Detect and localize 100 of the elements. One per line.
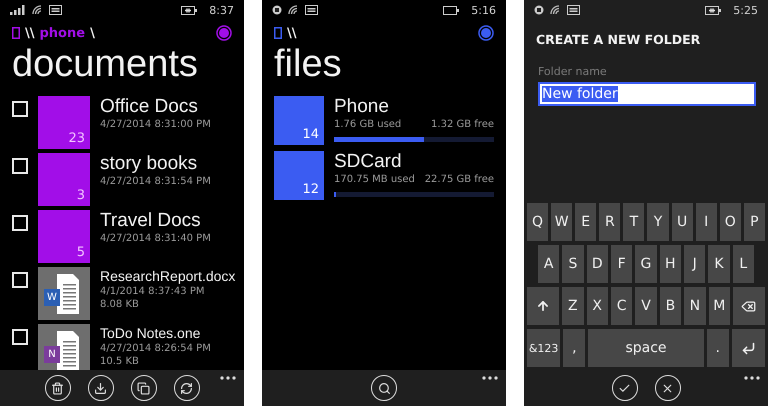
dialog-title: CREATE A NEW FOLDER: [535, 31, 702, 47]
keyboard-key[interactable]: S: [562, 245, 584, 283]
phone-icon: [274, 27, 282, 39]
keyboard-key[interactable]: X: [586, 287, 608, 325]
search-icon: [378, 382, 390, 394]
keyboard-key[interactable]: O: [720, 203, 741, 241]
keyboard-key[interactable]: I: [696, 203, 717, 241]
item-name: Office Docs: [100, 96, 199, 118]
drive-tile[interactable]: 12: [274, 151, 324, 200]
checkmark-icon: [618, 382, 631, 394]
enter-icon: [740, 340, 756, 356]
accept-button[interactable]: [612, 375, 638, 401]
item-checkbox[interactable]: [12, 329, 28, 345]
app-badge: W: [44, 289, 60, 306]
item-count: 23: [68, 131, 85, 146]
item-checkbox[interactable]: [12, 272, 28, 288]
keyboard-key[interactable]: G: [635, 245, 657, 283]
clock-time: 8:37: [209, 4, 234, 16]
keyboard-key[interactable]: A: [538, 245, 560, 283]
signal-icon: [10, 5, 26, 15]
wifi-icon: [32, 5, 43, 15]
wifi-icon: [550, 5, 561, 15]
item-date: 4/27/2014 8:26:54 PM: [100, 342, 211, 355]
sync-status-icon: [216, 25, 232, 41]
keyboard-key[interactable]: C: [610, 287, 632, 325]
keyboard-key[interactable]: .: [706, 329, 729, 367]
keyboard-key[interactable]: U: [672, 203, 693, 241]
folder-tile[interactable]: 3: [38, 153, 90, 206]
sync-icon: [180, 382, 193, 394]
sync-button[interactable]: [174, 375, 200, 401]
file-size: 10.5 KB: [100, 355, 140, 368]
folder-name-field[interactable]: New folder: [538, 82, 756, 106]
sim-icon: [272, 5, 282, 15]
keyboard-key[interactable]: E: [575, 203, 596, 241]
keyboard-key[interactable]: K: [708, 245, 730, 283]
keyboard-key[interactable]: R: [599, 203, 620, 241]
item-checkbox[interactable]: [12, 101, 28, 117]
free-space: 1.32 GB free: [431, 118, 494, 131]
item-date: 4/1/2014 8:37:43 PM: [100, 285, 206, 298]
folder-tile[interactable]: 23: [38, 96, 90, 149]
keyboard-key[interactable]: Q: [527, 203, 548, 241]
breadcrumb-root[interactable]: \\: [25, 26, 34, 40]
file-thumbnail[interactable]: N: [38, 324, 90, 370]
keyboard-key[interactable]: P: [744, 203, 765, 241]
download-button[interactable]: [88, 375, 114, 401]
used-space: 170.75 MB used: [334, 173, 415, 186]
used-space: 1.76 GB used: [334, 118, 402, 131]
keyboard-key[interactable]: F: [610, 245, 632, 283]
close-icon: [661, 382, 674, 394]
item-checkbox[interactable]: [12, 215, 28, 231]
app-badge: N: [44, 346, 60, 363]
cancel-button[interactable]: [654, 375, 680, 401]
keyboard-key[interactable]: B: [660, 287, 682, 325]
space-key[interactable]: space: [588, 329, 704, 367]
drive-name: Phone: [334, 96, 390, 118]
wifi-icon: [288, 5, 299, 15]
message-icon: [49, 5, 62, 15]
breadcrumb-separator: \: [90, 26, 95, 40]
keyboard-key[interactable]: Y: [647, 203, 669, 241]
delete-button[interactable]: [44, 375, 70, 401]
phone-icon: [12, 27, 20, 39]
keyboard-key[interactable]: J: [684, 245, 706, 283]
breadcrumb-folder[interactable]: phone: [40, 26, 86, 40]
backspace-key[interactable]: [732, 287, 766, 325]
keyboard-key[interactable]: V: [635, 287, 657, 325]
keyboard-key[interactable]: ,: [563, 329, 586, 367]
item-name: story books: [100, 153, 198, 175]
item-date: 4/27/2014 8:31:00 PM: [100, 118, 211, 131]
keyboard-key[interactable]: Z: [562, 287, 584, 325]
arrow-up-icon: [536, 299, 550, 313]
breadcrumb-root[interactable]: \\: [287, 26, 296, 40]
item-count: 12: [302, 182, 319, 197]
keyboard-key[interactable]: H: [660, 245, 681, 283]
more-icon[interactable]: [220, 376, 236, 380]
item-checkbox[interactable]: [12, 158, 28, 174]
item-date: 4/27/2014 8:31:40 PM: [100, 232, 211, 245]
backspace-icon: [741, 298, 756, 314]
keyboard-key[interactable]: T: [623, 203, 644, 241]
file-thumbnail[interactable]: W: [38, 267, 90, 320]
item-count: 14: [302, 127, 319, 142]
search-button[interactable]: [371, 375, 397, 401]
free-space: 22.75 GB free: [424, 173, 494, 186]
keyboard-key[interactable]: D: [586, 245, 608, 283]
symbols-key[interactable]: &123: [527, 329, 560, 367]
keyboard-key[interactable]: L: [732, 245, 754, 283]
field-label: Folder name: [537, 64, 608, 80]
folder-tile[interactable]: 5: [38, 210, 90, 263]
sync-status-icon: [478, 25, 494, 41]
copy-button[interactable]: [130, 375, 156, 401]
sim-icon: [534, 5, 544, 15]
more-icon[interactable]: [482, 376, 498, 380]
keyboard-key[interactable]: M: [708, 287, 730, 325]
keyboard-key[interactable]: W: [551, 203, 572, 241]
page-title: documents: [12, 42, 199, 86]
drive-tile[interactable]: 14: [274, 96, 324, 145]
enter-key[interactable]: [732, 329, 765, 367]
message-icon: [567, 5, 580, 15]
keyboard-key[interactable]: N: [684, 287, 706, 325]
shift-key[interactable]: [527, 287, 560, 325]
more-icon[interactable]: [744, 376, 760, 380]
